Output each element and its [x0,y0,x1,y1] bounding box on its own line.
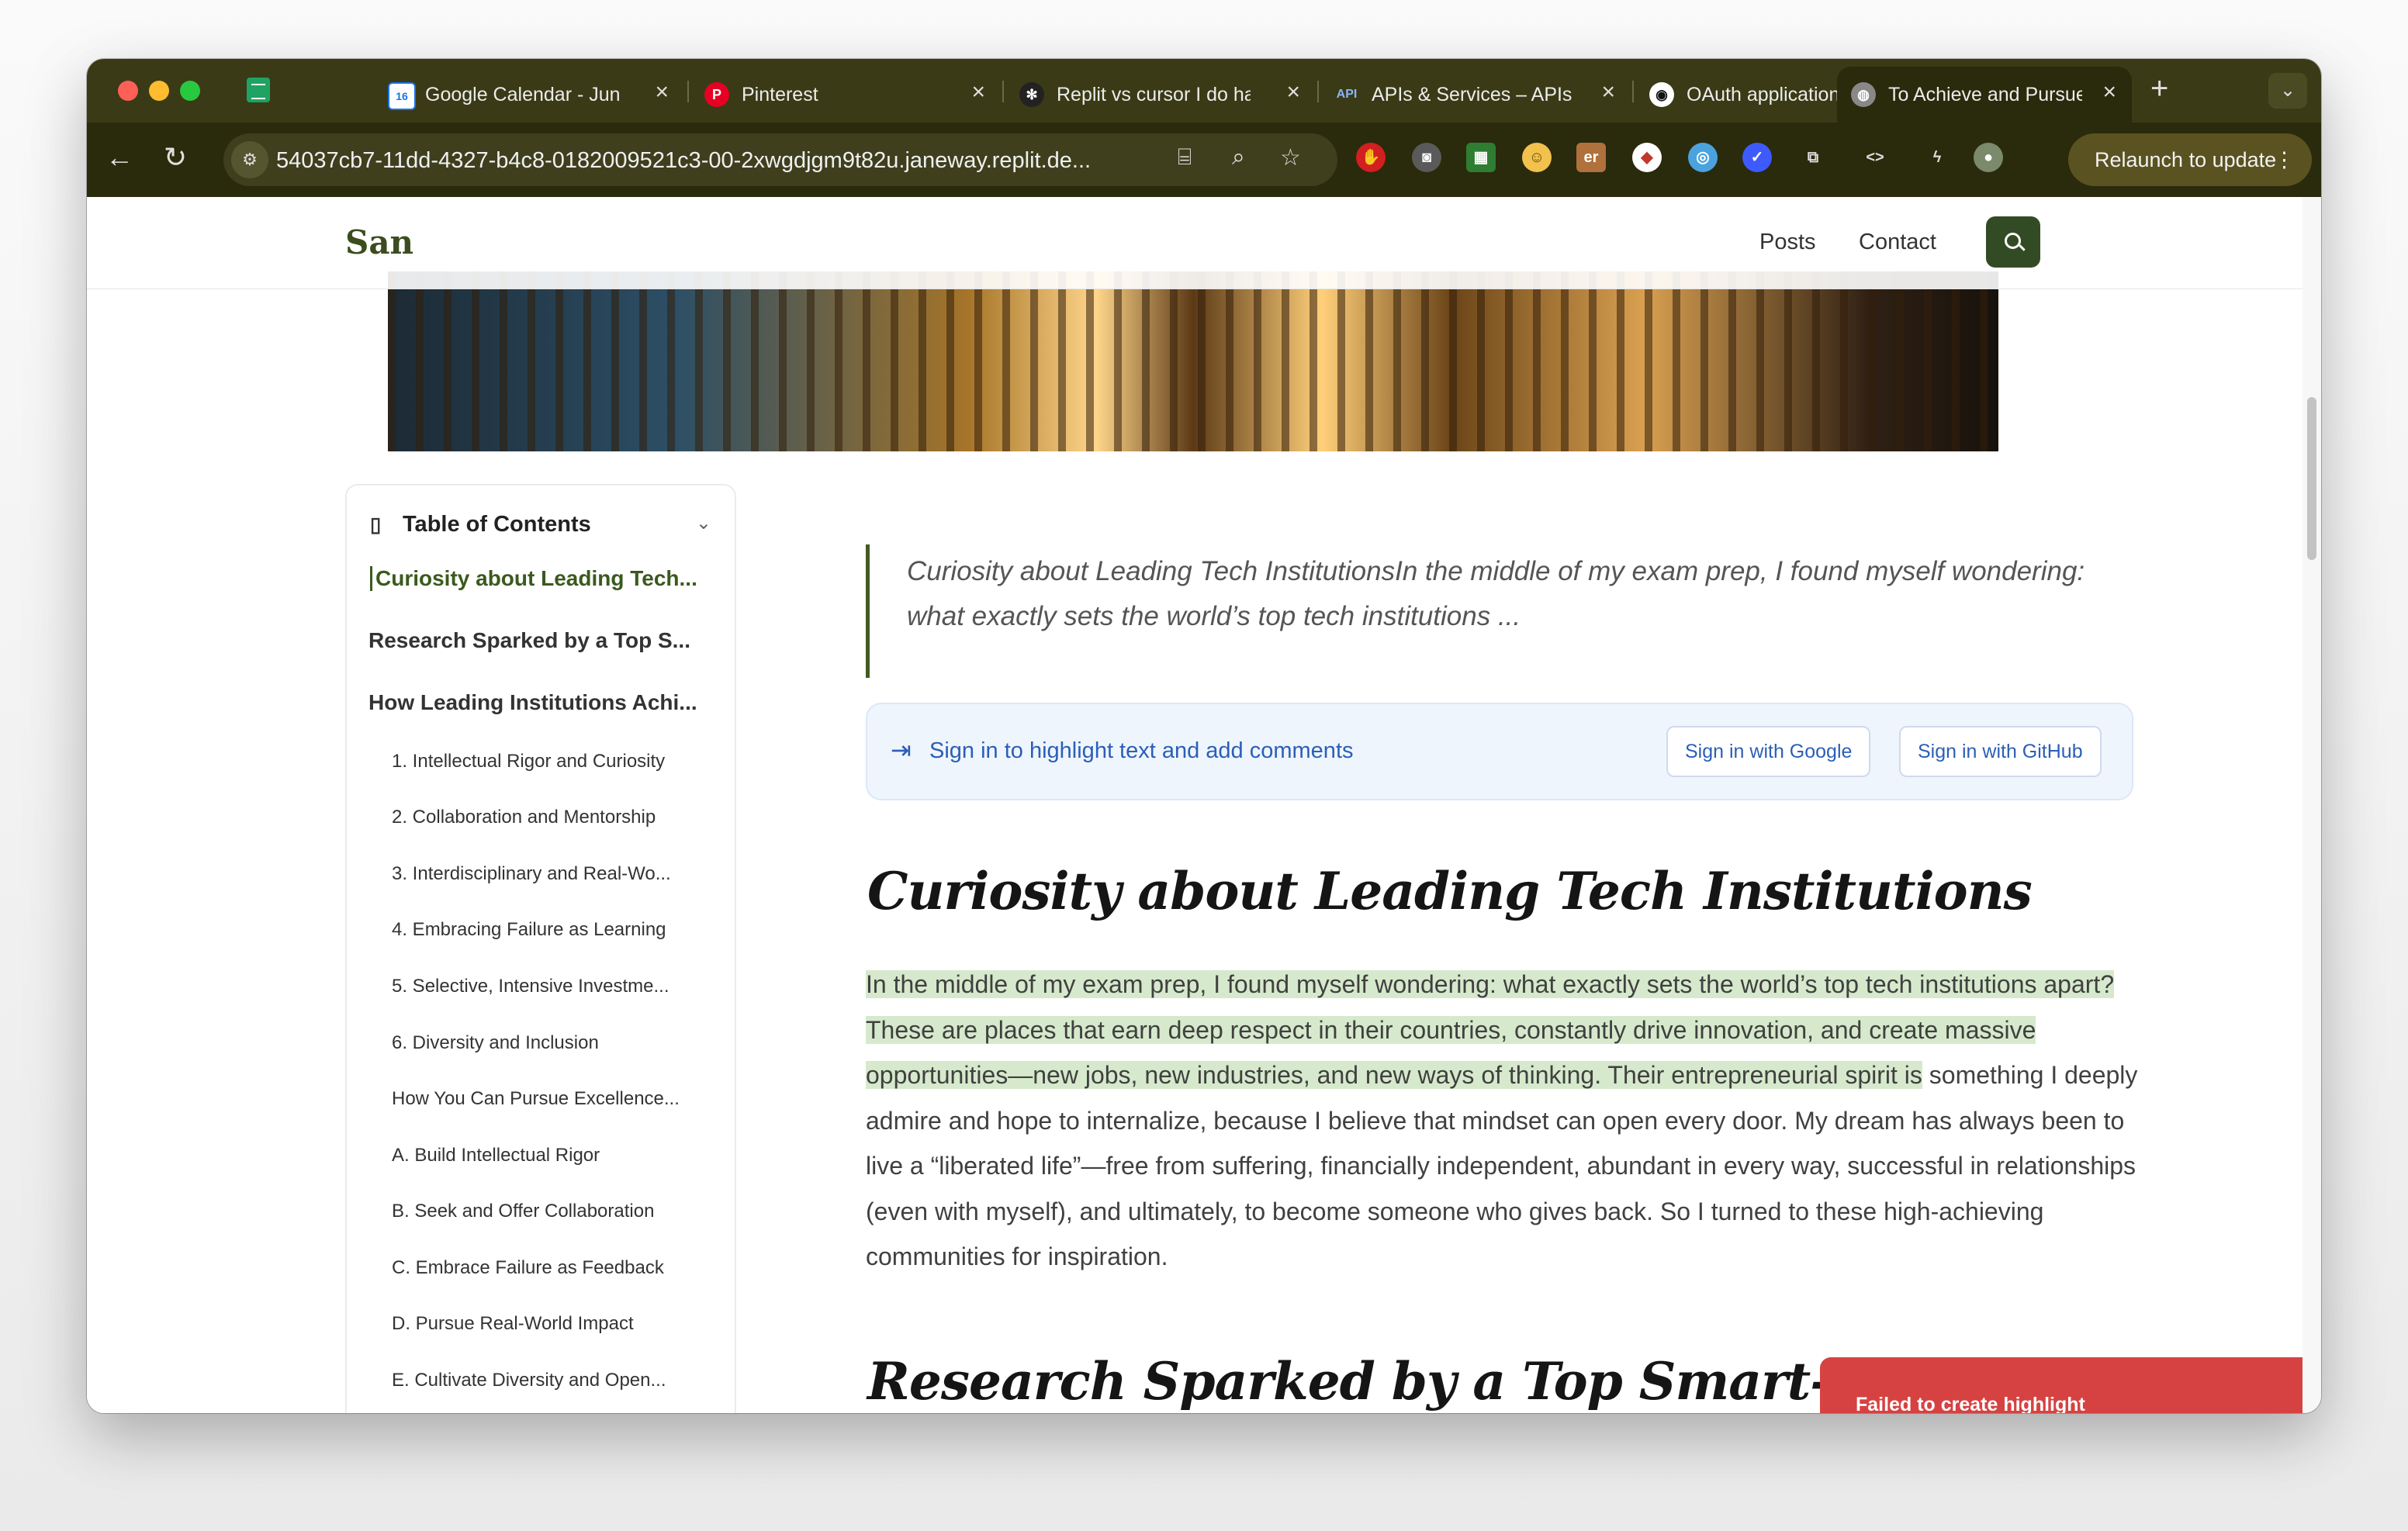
tab-title: Replit vs cursor I do ha [1057,84,1251,105]
toc-item[interactable]: D. Pursue Real-World Impact [392,1313,634,1335]
toc-item[interactable]: Research Sparked by a Top S... [368,628,690,653]
toast-message: Failed to create highlight [1856,1394,2085,1413]
extension-er-icon[interactable]: er [1576,143,1606,172]
toc-item[interactable]: A. Build Intellectual Rigor [392,1145,600,1166]
toc-item[interactable]: 6. Diversity and Inclusion [392,1032,599,1054]
toc-item[interactable]: 3. Interdisciplinary and Real-Wo... [392,863,671,885]
tab-title: APIs & Services – APIs [1372,84,1572,105]
sheets-pinned-tab-icon[interactable] [247,78,270,102]
tab-title: Pinterest [742,84,818,105]
close-tab-icon[interactable]: × [2102,79,2116,105]
sign-in-icon: ⇥ [891,736,912,764]
toc-item[interactable]: B. Seek and Offer Collaboration [392,1201,654,1222]
tab-title: To Achieve and Pursue [1888,84,2082,105]
more-menu-icon[interactable]: ⋮ [2274,133,2295,186]
toc-item[interactable]: 4. Embracing Failure as Learning [392,919,666,941]
close-tab-icon[interactable]: × [1601,79,1615,105]
profile-avatar[interactable]: ● [1974,143,2003,172]
extension-check-icon[interactable]: ✓ [1742,143,1772,172]
pinterest-icon: P [704,82,729,107]
close-tab-icon[interactable]: × [971,79,985,105]
extension-emoji-icon[interactable]: ☺ [1522,143,1552,172]
reload-icon[interactable]: ↻ [157,141,194,174]
toc-header[interactable]: ▯ Table of Contents [370,512,591,537]
toc-item[interactable]: C. Embrace Failure as Feedback [392,1257,664,1279]
sign-in-github-button[interactable]: Sign in with GitHub [1899,726,2102,777]
toc-item[interactable]: How You Can Pursue Excellence... [392,1088,680,1110]
tab-replit-vs-cursor[interactable]: ✻ Replit vs cursor I do ha × [1005,67,1316,123]
search-button[interactable] [1986,216,2040,268]
site-settings-icon[interactable]: ⚙ [231,141,268,178]
toc-item[interactable]: Curiosity about Leading Tech... [370,566,697,591]
replit-icon: ✻ [1019,82,1044,107]
page-scrollbar[interactable] [2302,197,2321,1413]
toc-item[interactable]: 2. Collaboration and Mentorship [392,807,656,828]
zoom-icon[interactable]: ⌕ [1232,144,1245,171]
excerpt-text: Curiosity about Leading Tech Institution… [907,556,2085,631]
browser-toolbar: ← ↻ ⚙ 54037cb7-11dd-4327-b4c8-0182009521… [87,123,2321,197]
error-toast[interactable]: Failed to create highlight [1820,1357,2302,1413]
signin-banner: ⇥ Sign in to highlight text and add comm… [866,703,2133,800]
calendar-icon: 16 [388,82,416,110]
chevron-down-icon[interactable]: ⌄ [696,512,711,534]
toc-item[interactable]: 1. Intellectual Rigor and Curiosity [392,751,665,772]
minimize-window-button[interactable] [149,81,169,101]
nav-posts-link[interactable]: Posts [1759,230,1816,255]
hero-image [388,271,1998,451]
tab-strip: 16 Google Calendar - Jun × P Pinterest ×… [87,59,2321,123]
site-navbar: San Posts Contact [87,197,2302,289]
relaunch-to-update-button[interactable]: Relaunch to update ⋮ [2068,133,2312,186]
section-heading: Curiosity about Leading Tech Institution… [867,861,2033,921]
book-icon: ▯ [370,513,382,536]
tab-search-chevron-icon[interactable]: ⌄ [2268,73,2307,109]
table-of-contents: ▯ Table of Contents ⌄ Curiosity about Lea… [345,484,736,1413]
toc-item[interactable]: 5. Selective, Intensive Investme... [392,976,669,997]
web-page: San Posts Contact ▯ Table of Contents ⌄ C… [87,197,2302,1413]
new-tab-button[interactable]: + [2150,71,2168,106]
extension-shield-icon[interactable]: ◆ [1632,143,1662,172]
tab-apis-services[interactable]: API APIs & Services – APIs × [1320,67,1631,123]
close-tab-icon[interactable]: × [655,79,669,105]
site-logo[interactable]: San [345,223,413,261]
back-arrow-icon[interactable]: ← [101,141,138,174]
bookmark-star-icon[interactable]: ☆ [1280,144,1301,171]
toc-item[interactable]: E. Cultivate Diversity and Open... [392,1370,666,1391]
sign-in-google-button[interactable]: Sign in with Google [1666,726,1871,777]
api-icon: API [1336,88,1358,101]
tab-active-article[interactable]: ◍ To Achieve and Pursue × [1837,67,2132,123]
extensions-puzzle-icon[interactable]: ⧉ [1798,143,1828,172]
performance-icon[interactable]: ϟ [1922,143,1952,172]
toc-item[interactable]: How Leading Institutions Achi... [368,690,697,715]
article-paragraph[interactable]: In the middle of my exam prep, I found m… [866,962,2138,1280]
signin-message: Sign in to highlight text and add commen… [929,738,1354,763]
browser-window: 16 Google Calendar - Jun × P Pinterest ×… [87,59,2321,1413]
extension-camera-icon[interactable]: ◙ [1412,143,1441,172]
toc-title: Table of Contents [403,512,591,537]
tab-pinterest[interactable]: P Pinterest × [690,67,1001,123]
tab-title: Google Calendar - Jun [425,84,621,105]
close-window-button[interactable] [118,81,138,101]
nav-contact-link[interactable]: Contact [1859,230,1936,255]
devtools-code-icon[interactable]: <> [1860,143,1890,172]
address-bar[interactable]: ⚙ 54037cb7-11dd-4327-b4c8-0182009521c3-0… [223,133,1337,186]
close-tab-icon[interactable]: × [1286,79,1300,105]
scrollbar-thumb[interactable] [2307,397,2316,560]
paragraph-text: something I deeply admire and hope to in… [866,1061,2138,1270]
tab-google-calendar[interactable]: 16 Google Calendar - Jun × [374,67,684,123]
url-text[interactable]: 54037cb7-11dd-4327-b4c8-0182009521c3-00-… [276,148,1091,174]
translate-icon[interactable]: ⌸ [1178,144,1192,171]
maximize-window-button[interactable] [180,81,200,101]
extension-globe-icon[interactable]: ◎ [1688,143,1718,172]
globe-icon: ◍ [1851,82,1876,107]
relaunch-label: Relaunch to update [2095,148,2277,171]
extension-grid-icon[interactable]: ▦ [1466,143,1496,172]
extension-stop-icon[interactable]: ✋ [1356,143,1386,172]
article-excerpt: Curiosity about Leading Tech Institution… [866,544,2142,678]
github-icon: ◉ [1649,82,1674,107]
